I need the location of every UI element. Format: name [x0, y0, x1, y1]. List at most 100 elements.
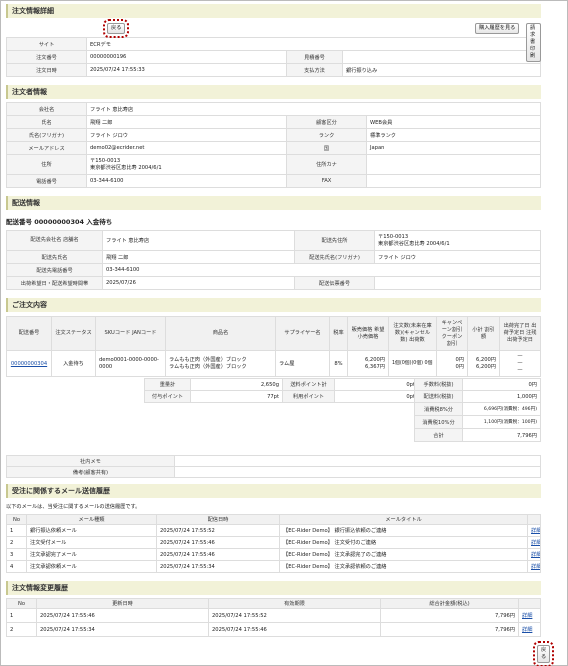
table-row: 1 銀行振込依頼メール 2025/07/24 17:55:52 【EC-Ride… — [6, 524, 541, 537]
email-label: メールアドレス — [6, 141, 87, 155]
history-row-no: 1 — [6, 608, 37, 623]
delivery-kana-label: 配送先氏名(フリガナ) — [294, 250, 375, 264]
mail-row-title: 【EC-Rider Demo】 注文承認完了のご連絡 — [279, 548, 528, 561]
bottom-action-bar: 戻る — [6, 637, 555, 666]
main-content: 注文情報詳細 戻る 購入履歴を見る 請求書印刷 サイト ECRデモ 注文番号 0… — [6, 4, 555, 666]
weight-label: 重量計 — [144, 378, 191, 391]
mail-detail-link[interactable]: 詳細 — [531, 540, 540, 546]
mail-row-title: 【EC-Rider Demo】 銀行振込依頼のご連絡 — [279, 524, 528, 537]
point-total-label: 送料ポイント計 — [282, 378, 335, 391]
delivery-street-value: 東京都渋谷区恵比寿 2004/6/1 — [378, 240, 450, 247]
item-price-sale: 6,200円 — [364, 356, 385, 363]
table-row: 4 注文承認依頼メール 2025/07/24 17:55:34 【EC-Ride… — [6, 560, 541, 573]
memo-table: 社内メモ 備考(顧客共有) — [6, 455, 541, 478]
items-header-price: 販売価格 希望小売価格 — [347, 316, 389, 351]
back-button-top[interactable]: 戻る — [102, 19, 130, 38]
item-backorder-planned: — — [517, 367, 523, 373]
item-ship-complete: — — [517, 353, 523, 359]
name-value: 飛翔 二郎 — [86, 115, 287, 129]
address-kana-value — [366, 154, 541, 175]
tracking-value — [374, 276, 541, 290]
tax10-label: 消費税10%分 — [414, 415, 463, 429]
tracking-label: 配送伝票番号 — [294, 276, 375, 290]
table-row: 2 注文受付メール 2025/07/24 17:55:46 【EC-Rider … — [6, 536, 541, 549]
total-value: 7,796円 — [462, 428, 541, 442]
delivery-address-value: 〒150-0013 東京都渋谷区恵比寿 2004/6/1 — [374, 230, 541, 251]
estimate-number-label: 見積番号 — [286, 50, 343, 64]
items-header-delivery-no: 配送番号 — [6, 316, 52, 351]
company-label: 会社名 — [6, 102, 87, 116]
delivery-address-label: 配送先住所 — [294, 230, 375, 251]
mail-row-no: 3 — [6, 548, 27, 561]
name-label: 氏名 — [6, 115, 87, 129]
address-label: 住所 — [6, 154, 87, 175]
order-date-value: 2025/07/24 17:55:33 — [86, 63, 287, 77]
table-row: 2 2025/07/24 17:55:34 2025/07/24 17:55:4… — [6, 622, 541, 637]
payment-method-label: 支払方法 — [286, 63, 343, 77]
history-row-updated: 2025/07/24 17:55:46 — [36, 608, 209, 623]
street-value: 東京都渋谷区恵比寿 2004/6/1 — [90, 164, 162, 171]
rank-label: ランク — [286, 128, 367, 142]
item-subtotal-value: 6,200円 — [475, 356, 496, 363]
use-point-value: 0pt — [334, 390, 419, 403]
back-button-bottom[interactable]: 戻る — [532, 641, 555, 666]
item-name: ラムもも正肉（外国産）ブロック ラムもも正肉（外国産）ブロック — [165, 350, 276, 377]
mail-header-no: No — [6, 514, 27, 525]
grant-point-label: 付与ポイント — [144, 390, 191, 403]
item-ship-planned: — — [517, 360, 523, 366]
delivery-tel-value: 03-344-6100 — [102, 263, 541, 277]
history-header-expiry: 有効期限 — [208, 598, 381, 609]
fee-label: 手数料(税抜) — [414, 378, 463, 391]
purchase-history-button[interactable]: 購入履歴を見る — [475, 23, 520, 34]
items-header-ship-dates: 出荷完了日 出荷予定日 注残出荷予定日 — [499, 316, 541, 351]
items-header-tax: 税率 — [329, 316, 348, 351]
items-table: 配送番号 注文ステータス SKUコード JANコード 商品名 サプライヤー名 税… — [6, 316, 541, 377]
history-header-action — [518, 598, 541, 609]
delivery-zip-value: 〒150-0013 — [378, 233, 409, 240]
fax-value — [366, 174, 541, 188]
item-coupon-discount: 0円 — [455, 363, 465, 370]
mail-detail-link[interactable]: 詳細 — [531, 564, 540, 570]
shipping-label: 配送料(税抜) — [414, 390, 463, 403]
mail-detail-link[interactable]: 詳細 — [531, 528, 540, 534]
change-history-table: No 更新日時 有効期限 総合計金額(税込) 1 2025/07/24 17:5… — [6, 598, 541, 637]
history-header-total: 総合計金額(税込) — [380, 598, 519, 609]
delivery-date-value: 2025/07/26 — [102, 276, 295, 290]
customer-type-value: WEB会員 — [366, 115, 541, 129]
mail-header-date: 配信日時 — [156, 514, 280, 525]
order-date-label: 注文日時 — [6, 63, 87, 77]
kana-value: フライト ジロウ — [86, 128, 287, 142]
history-row-no: 2 — [6, 622, 37, 637]
mail-row-date: 2025/07/24 17:55:52 — [156, 524, 280, 537]
mail-header-title: メールタイトル — [279, 514, 528, 525]
company-value: フライト 恵比寿店 — [86, 102, 541, 116]
orderer-table: 会社名 フライト 恵比寿店 氏名 飛翔 二郎 顧客区分 WEB会員 氏名(フリガ… — [6, 102, 541, 188]
history-detail-link[interactable]: 詳細 — [522, 613, 532, 619]
customer-type-label: 顧客区分 — [286, 115, 367, 129]
history-detail-link[interactable]: 詳細 — [522, 627, 532, 633]
address-kana-label: 住所カナ — [286, 154, 367, 175]
grant-point-value: 77pt — [190, 390, 283, 403]
history-row-total: 7,796円 — [380, 622, 519, 637]
item-subtotal: 6,200円 6,200円 — [467, 350, 500, 377]
mail-row-no: 1 — [6, 524, 27, 537]
items-header-discount: キャンペーン割引 クーポン割引 — [436, 316, 468, 351]
item-supplier: ラム屋 — [275, 350, 330, 377]
shipping-value: 1,000円 — [462, 390, 541, 403]
items-header-quantity: 注文数(未来在庫数)(キャンセル数) 出荷数 — [388, 316, 437, 351]
tel-value: 03-344-6100 — [86, 174, 287, 188]
mail-row-type: 銀行振込依頼メール — [26, 524, 157, 537]
mail-detail-link[interactable]: 詳細 — [531, 552, 540, 558]
delivery-number-link[interactable]: 00000000304 — [11, 361, 47, 367]
country-label: 国 — [286, 141, 367, 155]
invoice-print-button[interactable]: 請求書印刷 — [526, 23, 541, 62]
item-price-retail: 6,367円 — [364, 363, 385, 370]
address-value: 〒150-0013 東京都渋谷区恵比寿 2004/6/1 — [86, 154, 287, 175]
mail-row-date: 2025/07/24 17:55:46 — [156, 548, 280, 561]
history-row-expiry: 2025/07/24 17:55:46 — [208, 622, 381, 637]
mail-history-note: 以下のメールは、当受注に関するメールの送信履歴です。 — [6, 504, 141, 510]
item-sku: demo0001-0000-0000-0000 — [95, 350, 166, 377]
action-bar: 戻る 購入履歴を見る 請求書印刷 — [6, 18, 541, 62]
mail-row-no: 2 — [6, 536, 27, 549]
delivery-company-value: フライト 恵比寿店 — [102, 230, 295, 251]
